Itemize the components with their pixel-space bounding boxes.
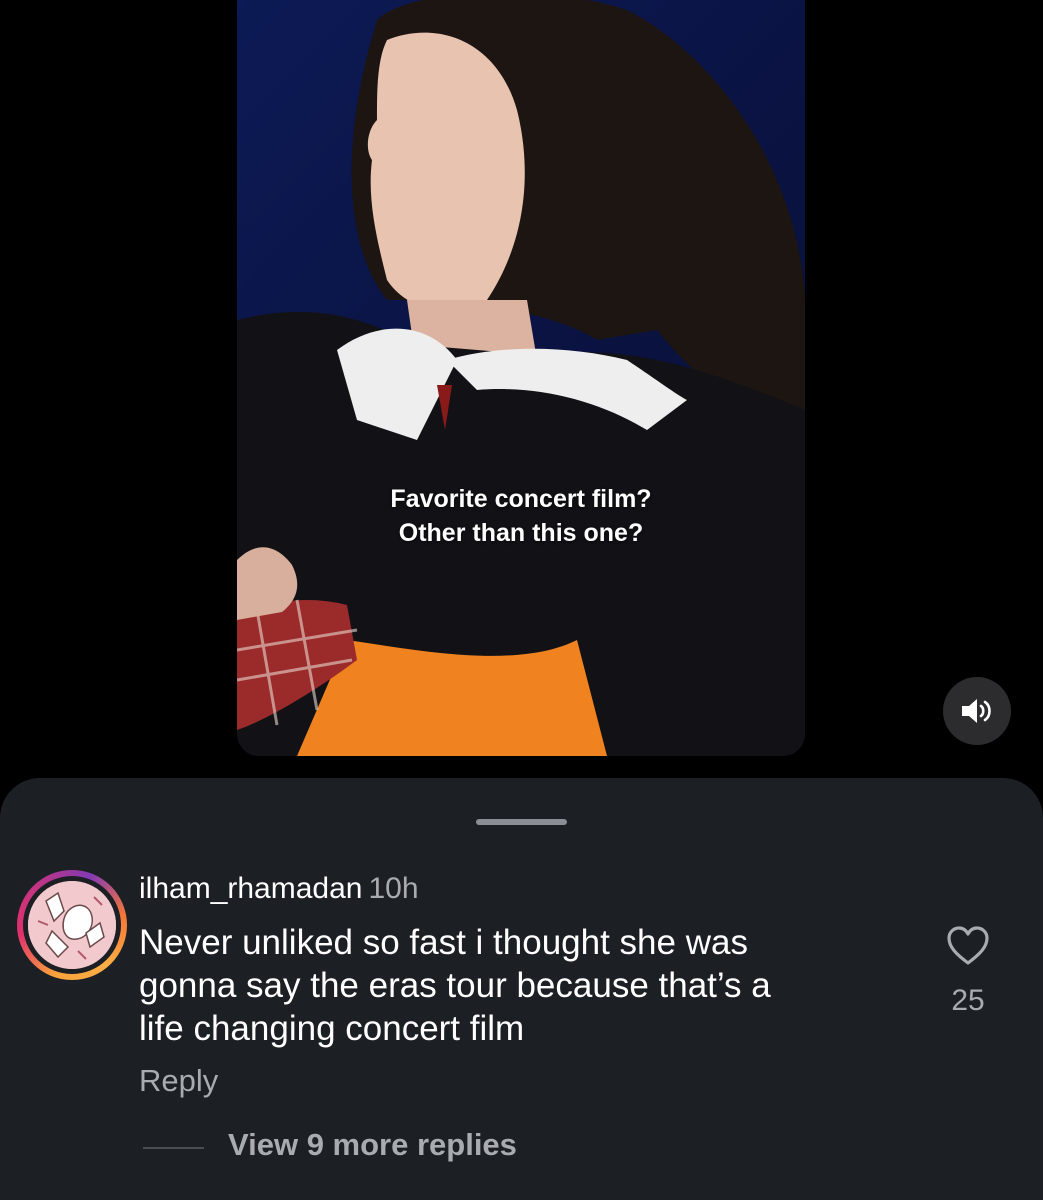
speaker-volume-icon [962,699,991,723]
avatar-story-ring[interactable] [17,870,127,980]
avatar-illustration [28,881,116,969]
caption-line-2: Other than this one? [398,519,644,547]
like-count: 25 [951,984,985,1017]
like-button[interactable] [946,925,990,967]
video-caption: Favorite concert film? Other than this o… [237,482,805,550]
comments-sheet: ilham_rhamadan 10h Never unliked so fast … [0,778,1043,1200]
sheet-grabber-handle[interactable] [476,819,567,825]
comment-line-3: life changing concert film [139,1009,525,1048]
comment-header: ilham_rhamadan 10h [139,872,419,906]
comment-timestamp: 10h [368,872,419,905]
comment-body: Never unliked so fast i thought she was … [139,921,879,1050]
reply-button[interactable]: Reply [139,1063,218,1099]
sound-toggle-button[interactable] [943,677,1011,745]
video-frame-illustration [237,0,805,756]
avatar [28,881,116,969]
comment-line-2: gonna say the eras tour because that’s a [139,966,771,1005]
reel-video[interactable]: Favorite concert film? Other than this o… [237,0,805,756]
view-more-replies-button[interactable]: View 9 more replies [228,1127,517,1163]
heart-outline-icon [947,926,989,965]
replies-divider [143,1147,204,1149]
comment-username[interactable]: ilham_rhamadan [139,872,362,905]
caption-line-1: Favorite concert film? [390,485,652,513]
comment-line-1: Never unliked so fast i thought she was [139,923,748,962]
